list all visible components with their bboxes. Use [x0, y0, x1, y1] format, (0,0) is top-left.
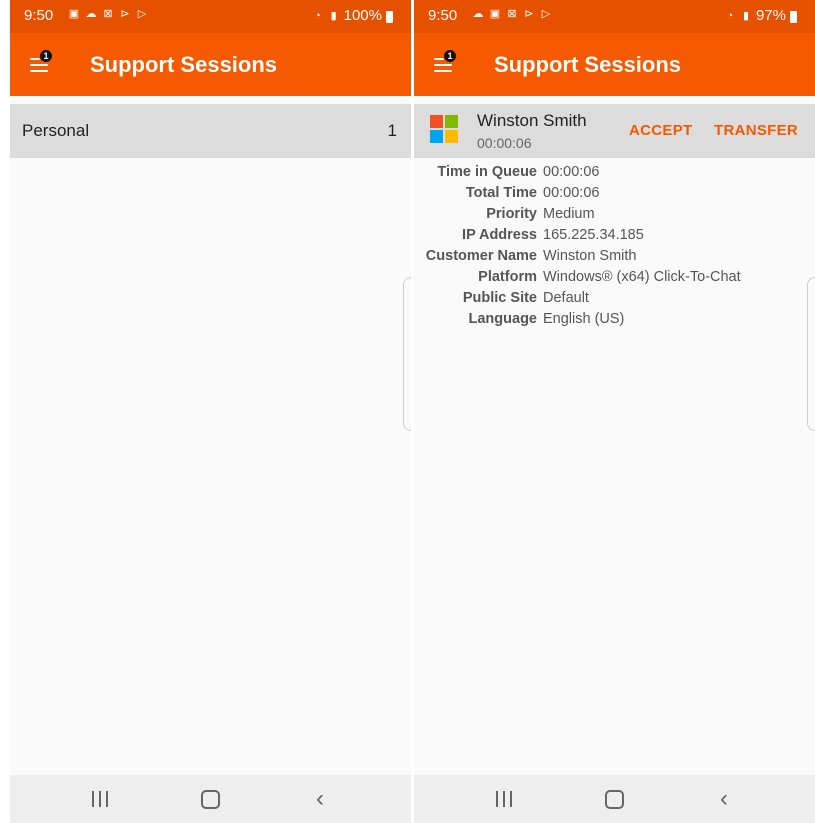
cloud-icon: ☁ — [85, 8, 97, 20]
detail-label: Public Site — [462, 290, 537, 306]
menu-icon[interactable]: 1 — [30, 49, 53, 75]
app-bar: 1 Support Sessions — [414, 33, 815, 96]
detail-value: English (US) — [543, 311, 625, 327]
wifi-icon: ◔ — [726, 9, 734, 22]
detail-value: Windows® (x64) Click-To-Chat — [543, 269, 741, 285]
session-list: Personal 1 — [10, 96, 411, 775]
accept-button[interactable]: ACCEPT — [629, 122, 692, 139]
detail-row: IP Address 165.225.34.185 — [414, 225, 815, 246]
recents-icon[interactable] — [92, 791, 108, 807]
close-box-icon: ⊠ — [507, 8, 517, 20]
queue-group-count: 1 — [387, 121, 397, 140]
menu-badge: 1 — [443, 49, 457, 63]
battery-level: 100% — [343, 7, 382, 24]
detail-label: IP Address — [462, 227, 537, 243]
page-title: Support Sessions — [90, 52, 278, 77]
play-store-icon: ⊳ — [524, 8, 534, 20]
status-bar: 9:50 ☁ ▣ ⊠ ⊳ ▷ ◔ ▮ 97% — [414, 0, 815, 33]
detail-row: Time in Queue 00:00:06 — [414, 162, 815, 183]
session-details: Time in Queue 00:00:06 Total Time 00:00:06… — [414, 162, 815, 330]
battery-level: 97% — [755, 7, 786, 24]
detail-row: Public Site Default — [414, 288, 815, 309]
battery-icon — [386, 10, 393, 23]
battery-charging-icon — [790, 10, 797, 23]
detail-value: Medium — [543, 206, 595, 222]
edge-panel-handle[interactable] — [807, 277, 815, 431]
session-detail: Winston Smith 00:00:06 ACCEPT TRANSFER T… — [414, 96, 815, 775]
detail-label: Total Time — [465, 185, 537, 201]
queue-group-label: Personal — [22, 121, 90, 140]
detail-value: 00:00:06 — [543, 185, 600, 201]
session-elapsed-time: 00:00:06 — [477, 135, 532, 151]
detail-value: 165.225.34.185 — [543, 227, 644, 243]
wifi-icon: ◔ — [314, 9, 321, 22]
detail-row: Priority Medium — [414, 204, 815, 225]
page-title: Support Sessions — [494, 52, 682, 77]
session-row[interactable]: Winston Smith 00:00:06 ACCEPT TRANSFER — [414, 104, 815, 158]
detail-label: Time in Queue — [437, 164, 537, 180]
status-bar: 9:50 ▣ ☁ ⊠ ⊳ ▷ ◔ ▮ 100% — [10, 0, 411, 33]
home-icon[interactable] — [605, 790, 624, 809]
detail-value: Winston Smith — [543, 248, 637, 264]
recents-icon[interactable] — [496, 791, 512, 807]
detail-row: Customer Name Winston Smith — [414, 246, 815, 267]
play-icon: ▷ — [541, 8, 551, 20]
detail-value: 00:00:06 — [543, 164, 600, 180]
close-box-icon: ⊠ — [103, 8, 113, 20]
image-icon: ▣ — [489, 8, 501, 20]
windows-logo-icon — [430, 115, 458, 143]
menu-badge: 1 — [39, 49, 53, 63]
cloud-icon: ☁ — [472, 8, 484, 20]
status-time: 9:50 — [24, 7, 54, 24]
transfer-button[interactable]: TRANSFER — [714, 122, 798, 139]
detail-row: Language English (US) — [414, 309, 815, 330]
queue-group-personal[interactable]: Personal 1 — [10, 104, 411, 158]
back-icon[interactable]: ‹ — [316, 787, 324, 811]
right-phone-screen: 9:50 ☁ ▣ ⊠ ⊳ ▷ ◔ ▮ 97% 1 Support Session… — [414, 0, 815, 823]
session-customer-name: Winston Smith — [477, 111, 587, 130]
navigation-bar: ‹ — [414, 775, 815, 823]
detail-label: Customer Name — [425, 248, 537, 264]
signal-icon: ▮ — [742, 9, 749, 22]
detail-row: Total Time 00:00:06 — [414, 183, 815, 204]
play-store-icon: ⊳ — [120, 8, 130, 20]
left-phone-screen: 9:50 ▣ ☁ ⊠ ⊳ ▷ ◔ ▮ 100% 1 Support Sessio… — [10, 0, 411, 823]
detail-row: Platform Windows® (x64) Click-To-Chat — [414, 267, 815, 288]
edge-panel-handle[interactable] — [403, 277, 411, 431]
status-time: 9:50 — [428, 7, 458, 24]
image-icon: ▣ — [68, 8, 80, 20]
app-bar: 1 Support Sessions — [10, 33, 411, 96]
detail-value: Default — [543, 290, 589, 306]
play-icon: ▷ — [137, 8, 147, 20]
detail-label: Priority — [486, 206, 537, 222]
back-icon[interactable]: ‹ — [720, 787, 728, 811]
home-icon[interactable] — [201, 790, 220, 809]
detail-label: Language — [468, 311, 537, 327]
signal-icon: ▮ — [330, 9, 337, 22]
menu-icon[interactable]: 1 — [434, 49, 457, 75]
navigation-bar: ‹ — [10, 775, 411, 823]
detail-label: Platform — [478, 269, 537, 285]
